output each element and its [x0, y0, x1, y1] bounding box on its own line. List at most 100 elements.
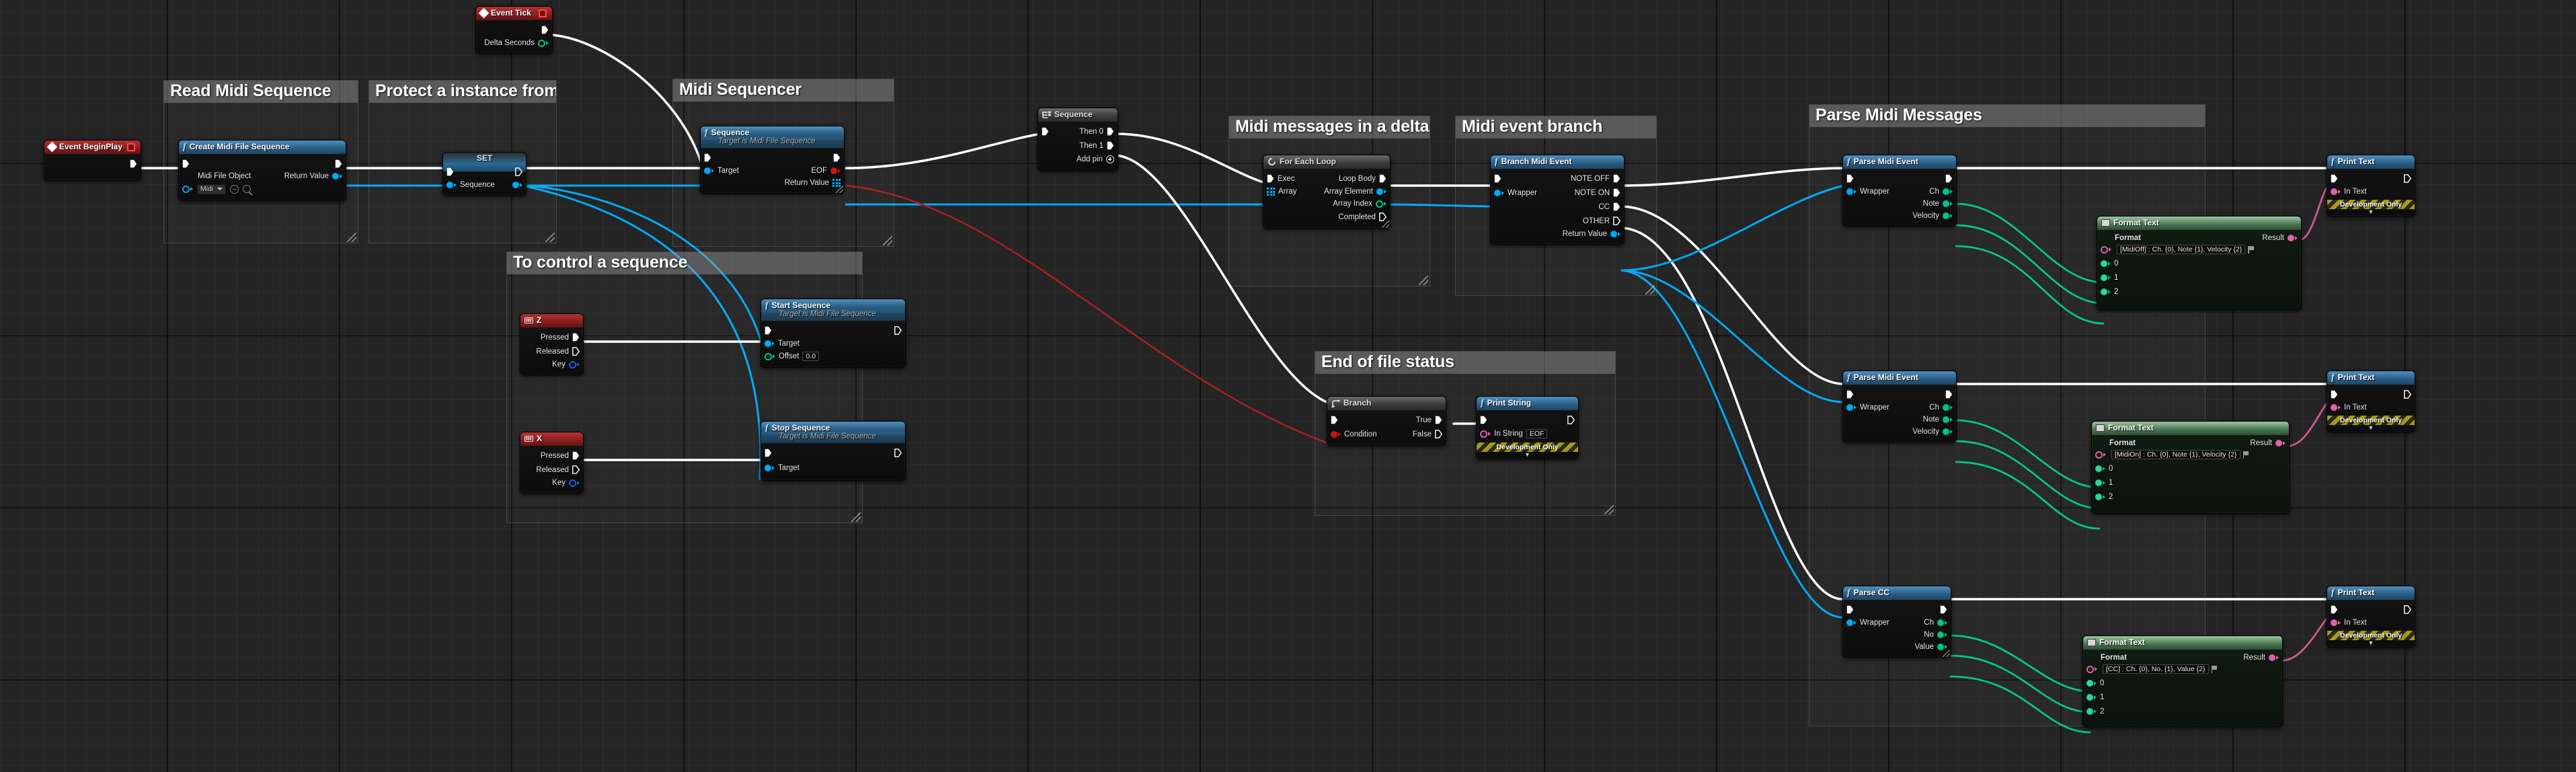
node-resize-handle[interactable]	[836, 186, 843, 193]
exec-in-pin[interactable]	[2331, 174, 2338, 183]
comment-resize-handle[interactable]	[347, 233, 356, 242]
node-branch-midi-event[interactable]: f Branch Midi Event NOTE OFF Wrapper NOT…	[1490, 155, 1625, 245]
node-print-text-2[interactable]: f Print Text In Text Development Only ▼	[2327, 371, 2415, 432]
exec-in-pin[interactable]	[2331, 390, 2338, 399]
arg-1-pin[interactable]	[2095, 479, 2102, 486]
format-pin[interactable]	[2095, 451, 2103, 459]
node-set-sequence[interactable]: SET Sequence	[442, 152, 526, 196]
false-pin[interactable]	[1435, 430, 1442, 438]
velocity-pin[interactable]	[1943, 428, 1949, 435]
array-element-pin[interactable]	[1376, 188, 1383, 195]
node-parse-midi-event-2[interactable]: f Parse Midi Event Wrapper Ch Note Veloc…	[1842, 371, 1957, 442]
exec-in-pin[interactable]	[1846, 605, 1854, 614]
node-parse-midi-event-1[interactable]: f Parse Midi Event Wrapper Ch Note Veloc…	[1842, 155, 1957, 227]
format-value-field[interactable]: [MidiOn] : Ch. {0}, Note {1}, Velocity {…	[2111, 450, 2240, 459]
in-text-pin[interactable]	[2331, 188, 2337, 195]
arg-1-pin[interactable]	[2101, 274, 2107, 281]
velocity-pin[interactable]	[1943, 213, 1949, 219]
expand-chevron-icon[interactable]: ▼	[1477, 452, 1578, 459]
node-resize-handle[interactable]	[1382, 221, 1389, 228]
target-pin[interactable]	[765, 465, 771, 471]
target-pin[interactable]	[704, 167, 711, 174]
array-index-pin[interactable]	[1376, 200, 1383, 208]
node-event-begin-play[interactable]: Event BeginPlay	[44, 140, 141, 181]
wrapper-pin[interactable]	[1846, 188, 1853, 195]
node-create-midi-file-sequence[interactable]: f Create Midi File Sequence Midi File Ob…	[178, 140, 346, 201]
exec-out-pin[interactable]	[130, 159, 137, 168]
localization-flag-icon[interactable]	[2242, 451, 2250, 459]
released-pin[interactable]	[572, 465, 580, 474]
arg-0-pin[interactable]	[2086, 679, 2093, 687]
delta-seconds-pin[interactable]	[538, 39, 545, 47]
pressed-pin[interactable]	[572, 333, 580, 342]
exec-in-pin[interactable]	[1331, 416, 1338, 424]
exec-in-pin[interactable]	[446, 167, 454, 176]
exec-out-pin[interactable]	[335, 159, 342, 168]
comment-resize-handle[interactable]	[1645, 285, 1655, 295]
result-pin[interactable]	[2269, 654, 2275, 661]
midi-file-object-pin[interactable]	[182, 185, 190, 193]
return-value-pin[interactable]	[332, 173, 339, 180]
ch-pin[interactable]	[1937, 619, 1944, 626]
node-format-text-1[interactable]: Format Text Format Result [MidiOff] : Ch…	[2097, 216, 2302, 310]
exec-out-pin[interactable]	[2404, 605, 2411, 614]
exec-in-pin[interactable]	[1494, 174, 1501, 183]
exec-in-pin[interactable]	[182, 159, 190, 168]
node-event-tick[interactable]: Event Tick Delta Seconds	[475, 6, 553, 54]
exec-in-pin[interactable]	[1267, 174, 1274, 183]
comment-resize-handle[interactable]	[1604, 505, 1614, 514]
exec-in-pin[interactable]	[1846, 390, 1854, 399]
key-pin[interactable]	[569, 479, 576, 487]
node-print-text-1[interactable]: f Print Text In Text Development Only ▼	[2327, 155, 2415, 217]
note-pin[interactable]	[1943, 416, 1949, 423]
return-value-pin[interactable]	[1610, 231, 1617, 237]
add-pin-button[interactable]	[1106, 155, 1114, 163]
node-key-x[interactable]: X Pressed Released Key	[520, 432, 584, 494]
array-in-pin[interactable]	[1267, 188, 1275, 196]
arg-1-pin[interactable]	[2086, 693, 2093, 701]
format-value-field[interactable]: [MidiOff] : Ch. {0}, Note {1}, Velocity …	[2117, 245, 2246, 254]
comment-resize-handle[interactable]	[545, 233, 555, 242]
node-sequence-function[interactable]: f Sequence Target is Midi File Sequence …	[700, 126, 845, 194]
wrapper-pin[interactable]	[1846, 619, 1853, 626]
released-pin[interactable]	[572, 347, 580, 356]
expand-chevron-icon[interactable]: ▼	[2327, 640, 2415, 647]
browse-back-icon[interactable]	[230, 184, 239, 194]
exec-out-pin[interactable]	[833, 153, 841, 162]
pressed-pin[interactable]	[572, 451, 580, 460]
ch-pin[interactable]	[1943, 404, 1949, 411]
note-off-pin[interactable]	[1613, 174, 1621, 183]
then-0-pin[interactable]	[1107, 127, 1114, 136]
node-start-sequence[interactable]: f Start Sequence Target is Midi File Seq…	[760, 299, 906, 368]
format-pin[interactable]	[2101, 245, 2108, 254]
exec-out-pin[interactable]	[1945, 174, 1953, 183]
node-for-each-loop[interactable]: For Each Loop Exec Loop Body Array Array…	[1263, 155, 1391, 229]
note-on-pin[interactable]	[1613, 188, 1621, 197]
exec-out-pin[interactable]	[2404, 174, 2411, 183]
result-pin[interactable]	[2288, 234, 2294, 241]
exec-out-pin[interactable]	[1940, 605, 1947, 614]
target-pin[interactable]	[765, 340, 771, 347]
node-stop-sequence[interactable]: f Stop Sequence Target is Midi File Sequ…	[760, 421, 906, 481]
node-format-text-2[interactable]: Format Text Format Result [MidiOn] : Ch.…	[2091, 421, 2290, 514]
exec-in-pin[interactable]	[1846, 174, 1854, 183]
exec-out-pin[interactable]	[1567, 416, 1575, 424]
format-value-field[interactable]: [CC] : Ch. {0}, No. {1}, Value {2}	[2103, 664, 2209, 674]
expand-chevron-icon[interactable]: ▼	[2327, 425, 2415, 432]
exec-in-pin[interactable]	[1042, 127, 1049, 136]
comment-resize-handle[interactable]	[883, 236, 892, 245]
in-text-pin[interactable]	[2331, 404, 2337, 411]
midi-file-object-dropdown[interactable]: Midi	[197, 184, 227, 194]
node-resize-handle[interactable]	[1943, 650, 1950, 657]
result-pin[interactable]	[2275, 439, 2282, 447]
offset-pin[interactable]	[765, 352, 772, 360]
arg-0-pin[interactable]	[2101, 260, 2107, 267]
condition-pin[interactable]	[1331, 430, 1337, 438]
node-sequence-flow[interactable]: Sequence Then 0 Then 1 Add pin	[1038, 108, 1118, 171]
localization-flag-icon[interactable]	[2248, 245, 2255, 254]
format-pin[interactable]	[2086, 665, 2094, 673]
offset-value-field[interactable]: 0.0	[802, 352, 820, 361]
comment-resize-handle[interactable]	[1419, 276, 1428, 285]
exec-in-pin[interactable]	[704, 153, 711, 162]
note-pin[interactable]	[1943, 200, 1949, 207]
